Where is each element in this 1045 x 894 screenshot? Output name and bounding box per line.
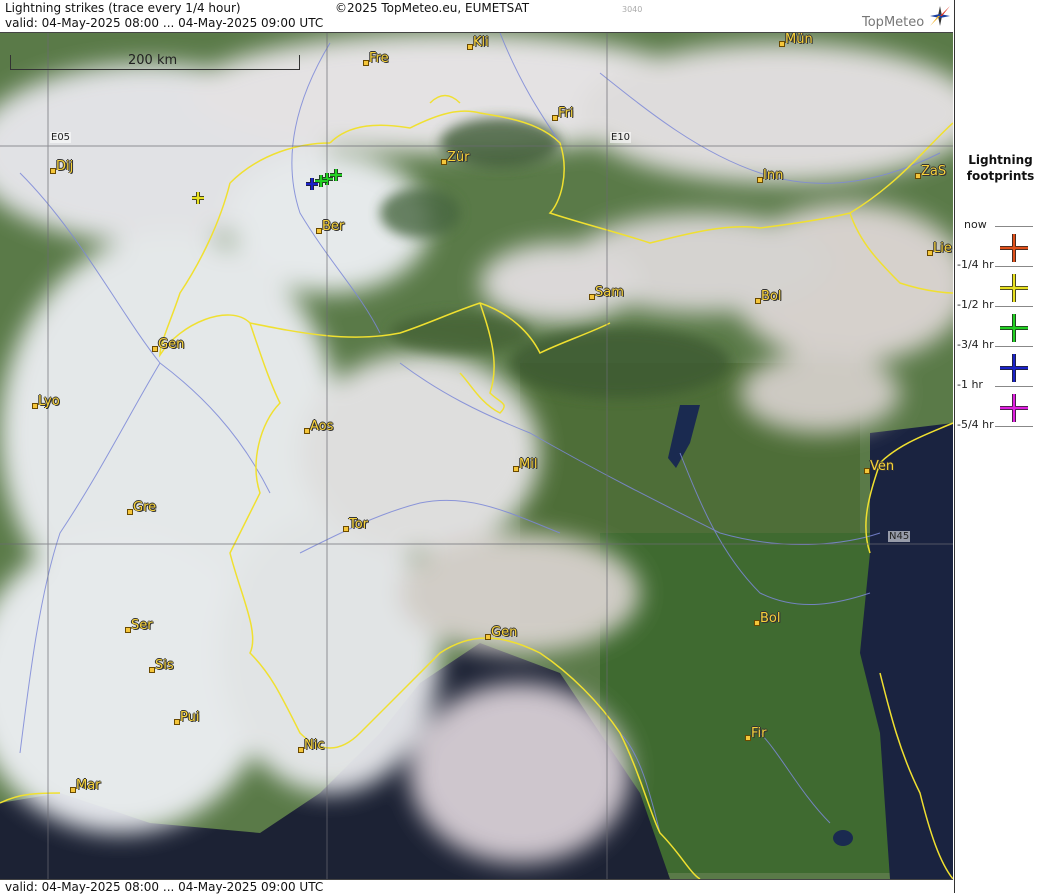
city-label: Pui <box>180 710 200 725</box>
legend-row-label: -3/4 hr <box>957 338 994 351</box>
city-label: Aos <box>310 419 334 434</box>
legend-row-label: -5/4 hr <box>957 418 994 431</box>
legend-cross-icon <box>999 273 1029 303</box>
lightning-strike-marker <box>305 176 319 195</box>
city-label: Kli <box>473 35 489 50</box>
city-label: Dij <box>56 159 74 174</box>
city-label: Gen <box>491 625 518 640</box>
map-header: Lightning strikes (trace every 1/4 hour)… <box>0 0 953 33</box>
city-label: Ser <box>131 618 153 633</box>
city-label: Mil <box>519 457 538 472</box>
map-title: Lightning strikes (trace every 1/4 hour) <box>5 1 241 15</box>
map-background <box>0 33 953 879</box>
city-label: Inn <box>763 168 784 183</box>
city-label: Fri <box>558 106 574 121</box>
city-label: Tor <box>349 517 369 532</box>
legend-row-label: -1/2 hr <box>957 298 994 311</box>
legend-separator <box>995 306 1033 307</box>
city-label: Sam <box>595 285 624 300</box>
grid-label-e10: E10 <box>610 132 632 143</box>
city-label: Zür <box>447 150 470 165</box>
legend-cross-icon <box>999 233 1029 263</box>
legend-cross-icon <box>999 353 1029 383</box>
city-label: Ven <box>870 459 895 474</box>
brand-name: TopMeteo <box>862 15 925 30</box>
legend-separator <box>995 386 1033 387</box>
city-label: Lyo <box>38 394 60 409</box>
satellite-map: 200 km E05 E10 N45 Kli Mün Fre Fri Dij Zür Inn… <box>0 33 953 879</box>
city-label: Ber <box>322 219 345 234</box>
city-label: Bol <box>761 289 782 304</box>
legend-separator <box>995 426 1033 427</box>
city-label: ZaS <box>921 164 947 179</box>
footer-valid-time: valid: 04-May-2025 08:00 ... 04-May-2025… <box>5 880 324 894</box>
product-code: 3040 <box>622 5 643 14</box>
city-label: Gre <box>133 500 157 515</box>
legend-row-label: -1 hr <box>957 378 983 391</box>
grid-label-n45: N45 <box>888 531 911 542</box>
city-label: Fir <box>751 726 767 741</box>
legend-separator <box>995 226 1033 227</box>
legend-cross-icon <box>999 393 1029 423</box>
lightning-strike-marker <box>191 190 205 209</box>
legend-separator <box>995 346 1033 347</box>
city-label: Bol <box>760 611 781 626</box>
city-label: Fre <box>369 51 389 66</box>
city-label: Sis <box>155 658 174 673</box>
lightning-legend: Lightning footprints now -1/4 hr -1/2 hr … <box>954 0 1045 893</box>
city-label: Mar <box>76 778 101 793</box>
legend-separator <box>995 266 1033 267</box>
city-label: Lie <box>933 241 952 256</box>
city-label: Gen <box>158 337 185 352</box>
legend-row-label: now <box>964 218 987 231</box>
scale-label: 200 km <box>128 53 178 68</box>
grid-label-e05: E05 <box>50 132 72 143</box>
brand-logo-icon <box>930 6 950 26</box>
legend-cross-icon <box>999 313 1029 343</box>
legend-row-label: -1/4 hr <box>957 258 994 271</box>
map-footer: valid: 04-May-2025 08:00 ... 04-May-2025… <box>0 879 953 894</box>
copyright: ©2025 TopMeteo.eu, EUMETSAT <box>335 1 530 15</box>
valid-time: valid: 04-May-2025 08:00 ... 04-May-2025… <box>5 16 324 30</box>
legend-title: Lightning footprints <box>966 153 1035 183</box>
city-label: Mün <box>785 33 813 47</box>
city-label: Nic <box>304 738 325 753</box>
